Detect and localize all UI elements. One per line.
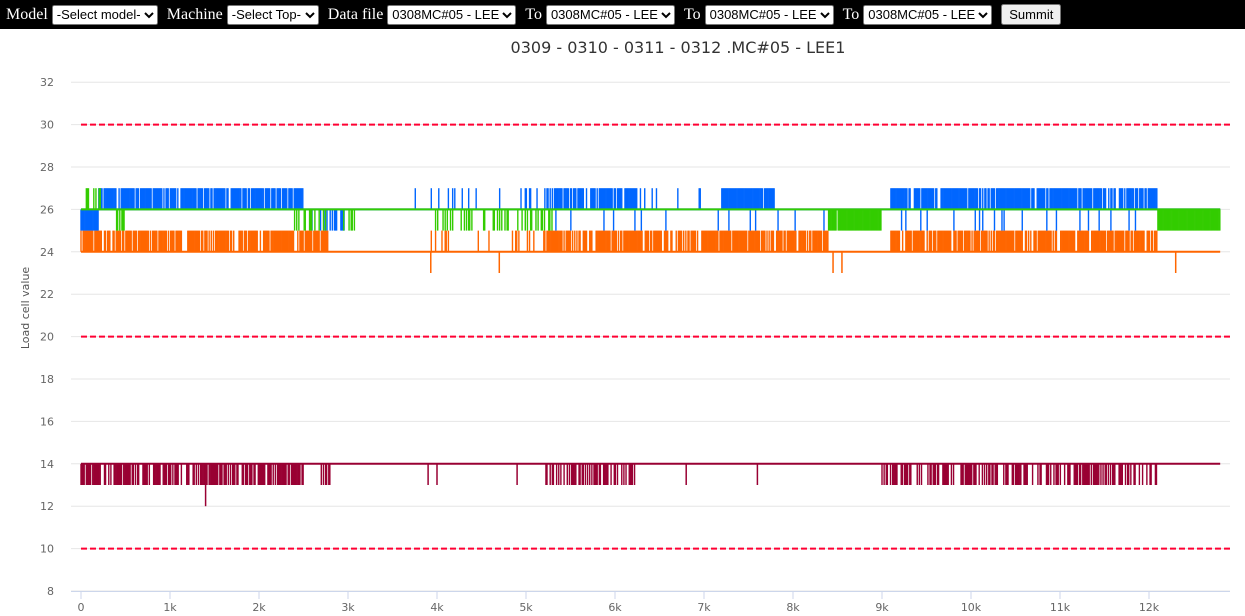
- toolbar: Model -Select model- Machine -Select Top…: [0, 0, 1245, 29]
- machine-label: Machine: [166, 5, 223, 23]
- model-select[interactable]: -Select model-: [51, 4, 158, 25]
- y-tick-label: 16: [40, 415, 54, 428]
- to-label-1: To: [525, 5, 542, 23]
- x-tick-label: 12k: [1139, 601, 1160, 614]
- series-darkred: [80, 462, 1221, 507]
- datafile-select[interactable]: 0308MC#05 - LEE: [387, 4, 517, 25]
- series-orange: [80, 230, 1221, 273]
- to-select-1[interactable]: 0308MC#05 - LEE: [545, 4, 675, 25]
- y-tick-label: 10: [40, 543, 54, 556]
- x-tick-label: 4k: [430, 601, 444, 614]
- x-tick-label: 6k: [608, 601, 622, 614]
- y-tick-label: 8: [47, 585, 54, 598]
- x-tick-label: 3k: [341, 601, 355, 614]
- y-tick-label: 24: [40, 246, 54, 259]
- x-tick-label: 2k: [252, 601, 266, 614]
- to-label-2: To: [683, 5, 701, 23]
- x-tick-label: 9k: [875, 601, 889, 614]
- to-select-3[interactable]: 0308MC#05 - LEE: [863, 4, 993, 25]
- y-tick-label: 20: [40, 331, 54, 344]
- chart: 0309 - 0310 - 0311 - 0312 .MC#05 - LEE1 …: [19, 38, 1230, 614]
- y-tick-label: 22: [40, 288, 54, 301]
- y-tick-label: 18: [40, 373, 54, 386]
- machine-select[interactable]: -Select Top-: [226, 4, 319, 25]
- y-tick-label: 32: [40, 76, 54, 89]
- model-label: Model: [6, 5, 48, 23]
- x-tick-label: 8k: [786, 601, 800, 614]
- x-tick-label: 5k: [519, 601, 533, 614]
- y-tick-label: 28: [40, 161, 54, 174]
- x-tick-label: 0: [78, 601, 85, 614]
- y-tick-label: 12: [40, 500, 54, 513]
- y-tick-label: 26: [40, 203, 54, 216]
- chart-title: 0309 - 0310 - 0311 - 0312 .MC#05 - LEE1: [511, 38, 846, 57]
- x-tick-label: 1k: [163, 601, 177, 614]
- x-tick-label: 7k: [697, 601, 711, 614]
- to-select-2[interactable]: 0308MC#05 - LEE: [704, 4, 834, 25]
- y-tick-label: 30: [40, 119, 54, 132]
- x-tick-label: 11k: [1050, 601, 1071, 614]
- submit-button[interactable]: Summit: [1001, 4, 1062, 25]
- to-label-3: To: [842, 5, 860, 23]
- y-tick-label: 14: [40, 458, 54, 471]
- x-tick-label: 10k: [961, 601, 982, 614]
- datafile-label: Data file: [327, 5, 384, 23]
- y-axis-label: Load cell value: [19, 267, 32, 350]
